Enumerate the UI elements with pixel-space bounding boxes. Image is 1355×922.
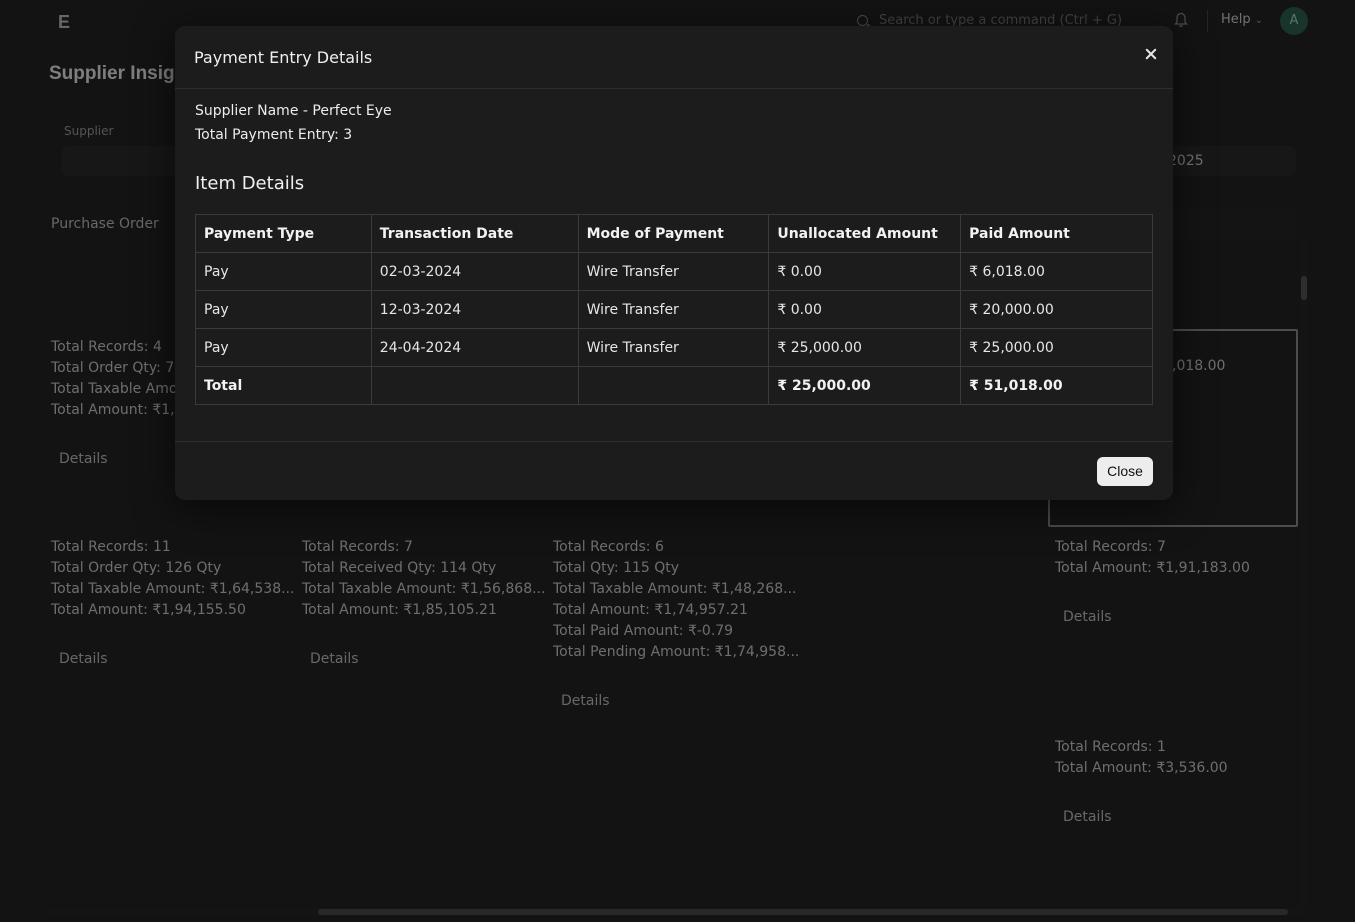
modal-footer-divider	[175, 441, 1173, 442]
payment-table: Payment Type Transaction Date Mode of Pa…	[195, 214, 1153, 405]
table-cell	[370, 366, 579, 405]
table-cell: Pay	[195, 290, 372, 329]
table-cell: Pay	[195, 328, 372, 367]
table-cell: ₹ 0.00	[768, 290, 962, 329]
table-cell: Wire Transfer	[577, 252, 770, 291]
modal-title: Payment Entry Details	[194, 48, 373, 67]
table-total-row: Total ₹ 25,000.00 ₹ 51,018.00	[195, 366, 1153, 405]
column-header: Transaction Date	[370, 214, 579, 253]
total-unallocated-cell: ₹ 25,000.00	[768, 366, 962, 405]
table-row: Pay 24-04-2024 Wire Transfer ₹ 25,000.00…	[195, 328, 1153, 367]
table-cell: ₹ 25,000.00	[768, 328, 962, 367]
table-cell: ₹ 20,000.00	[960, 290, 1153, 329]
table-cell	[577, 366, 770, 405]
table-header-row: Payment Type Transaction Date Mode of Pa…	[195, 214, 1153, 253]
table-cell: 02-03-2024	[370, 252, 579, 291]
payment-count-line: Total Payment Entry: 3	[195, 127, 353, 143]
column-header: Payment Type	[195, 214, 372, 253]
total-paid-cell: ₹ 51,018.00	[960, 366, 1153, 405]
column-header: Paid Amount	[960, 214, 1153, 253]
table-cell: 12-03-2024	[370, 290, 579, 329]
table-cell: 24-04-2024	[370, 328, 579, 367]
table-cell: ₹ 6,018.00	[960, 252, 1153, 291]
table-row: Pay 02-03-2024 Wire Transfer ₹ 0.00 ₹ 6,…	[195, 252, 1153, 291]
modal-divider	[175, 88, 1173, 89]
total-label-cell: Total	[195, 366, 372, 405]
payment-entry-modal: Payment Entry Details Supplier Name - Pe…	[175, 26, 1173, 500]
column-header: Mode of Payment	[577, 214, 770, 253]
table-cell: Wire Transfer	[577, 290, 770, 329]
supplier-name-line: Supplier Name - Perfect Eye	[195, 103, 392, 119]
table-cell: ₹ 0.00	[768, 252, 962, 291]
table-cell: ₹ 25,000.00	[960, 328, 1153, 367]
table-cell: Wire Transfer	[577, 328, 770, 367]
column-header: Unallocated Amount	[768, 214, 962, 253]
close-button[interactable]: Close	[1097, 457, 1153, 486]
table-row: Pay 12-03-2024 Wire Transfer ₹ 0.00 ₹ 20…	[195, 290, 1153, 329]
item-details-heading: Item Details	[195, 173, 305, 194]
table-cell: Pay	[195, 252, 372, 291]
close-icon[interactable]	[1139, 42, 1163, 66]
